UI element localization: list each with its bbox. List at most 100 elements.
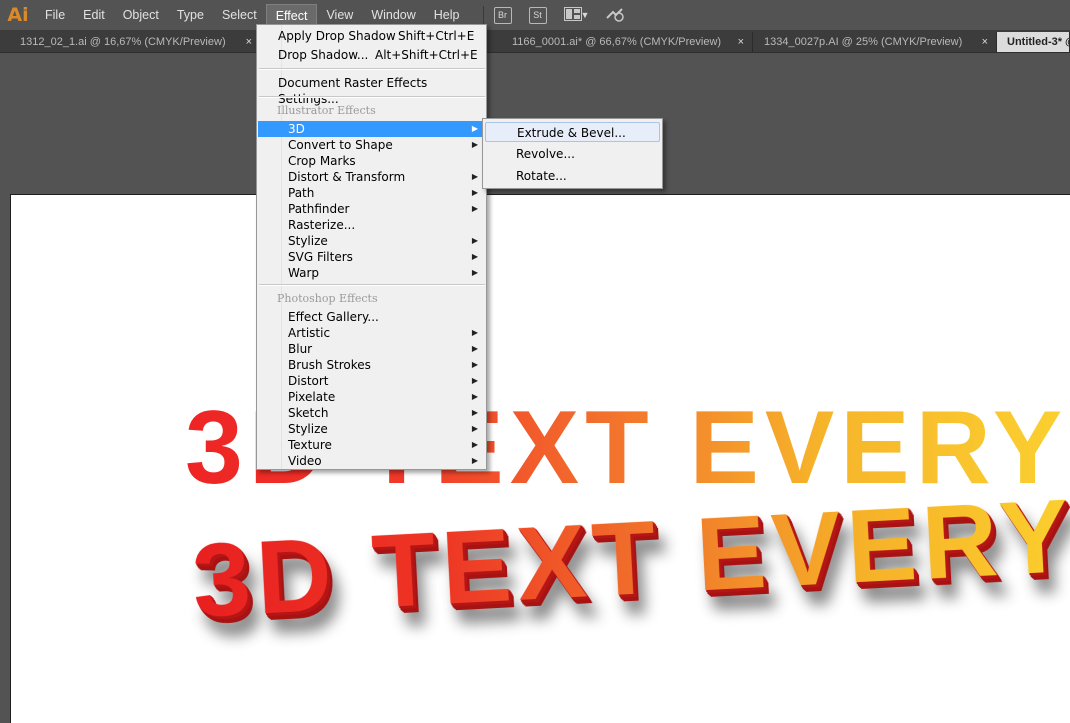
document-tab[interactable]: 1334_0027p.AI @ 25% (CMYK/Preview) × (754, 32, 997, 52)
menu-item-pathfinder[interactable]: Pathfinder ▶ (258, 201, 486, 217)
stock-button[interactable]: St (528, 6, 547, 24)
menu-item-label: Convert to Shape (288, 138, 393, 152)
document-tab[interactable]: 1166_0001.ai* @ 66,67% (CMYK/Preview) × (502, 32, 753, 52)
tab-label: 1166_0001.ai* @ 66,67% (CMYK/Preview) (512, 36, 722, 48)
menu-item-video[interactable]: Video ▶ (258, 453, 486, 469)
menu-item-rasterize[interactable]: Rasterize... (258, 217, 486, 233)
menu-item-label: Effect Gallery... (288, 310, 379, 324)
menu-bar: Ai File Edit Object Type Select Effect V… (0, 0, 1070, 30)
menu-separator (259, 96, 485, 98)
submenu-arrow-icon: ▶ (471, 252, 478, 261)
menu-file[interactable]: File (36, 4, 74, 26)
menu-view[interactable]: View (317, 4, 362, 26)
submenu-arrow-icon: ▶ (471, 344, 478, 353)
submenu-arrow-icon: ▶ (471, 124, 478, 133)
3d-submenu: Extrude & Bevel... Revolve... Rotate... (482, 118, 663, 189)
sync-settings-icon[interactable] (605, 6, 625, 25)
menu-item-distort-transform[interactable]: Distort & Transform ▶ (258, 169, 486, 185)
submenu-arrow-icon: ▶ (471, 392, 478, 401)
menu-item-label: Sketch (288, 406, 329, 420)
illustrator-logo-icon[interactable]: Ai (0, 0, 36, 30)
submenu-arrow-icon: ▶ (471, 408, 478, 417)
bridge-button[interactable]: Br (493, 6, 512, 24)
close-icon[interactable]: × (982, 32, 988, 52)
menu-item-label: Apply Drop Shadow (278, 29, 396, 43)
illustrator-effects-header: Illustrator Effects (277, 104, 376, 117)
menu-item-label: Pathfinder (288, 202, 350, 216)
menu-item-rotate[interactable]: Rotate... (485, 166, 660, 186)
menu-item-label: Crop Marks (288, 154, 356, 168)
menu-item-label: Rotate... (516, 169, 567, 183)
menu-item-label: SVG Filters (288, 250, 353, 264)
menu-item-texture[interactable]: Texture ▶ (258, 437, 486, 453)
arrange-dropdown-icon[interactable]: ▼ (581, 10, 590, 20)
submenu-arrow-icon: ▶ (471, 204, 478, 213)
document-tab[interactable]: 1312_02_1.ai @ 16,67% (CMYK/Preview) × (10, 32, 261, 52)
document-tab-bar: 1312_02_1.ai @ 16,67% (CMYK/Preview) × 1… (0, 30, 1070, 52)
menu-item-stylize[interactable]: Stylize ▶ (258, 233, 486, 249)
tab-label: 1334_0027p.AI @ 25% (CMYK/Preview) (764, 36, 963, 48)
submenu-arrow-icon: ▶ (471, 236, 478, 245)
close-icon[interactable]: × (246, 32, 252, 52)
menu-item-svg-filters[interactable]: SVG Filters ▶ (258, 249, 486, 265)
menu-item-label: Artistic (288, 326, 331, 340)
submenu-arrow-icon: ▶ (471, 376, 478, 385)
menu-item-label: Brush Strokes (288, 358, 371, 372)
menu-item-document-raster-effects-settings[interactable]: Document Raster Effects Settings... (258, 75, 486, 106)
menu-item-pixelate[interactable]: Pixelate ▶ (258, 389, 486, 405)
menu-item-label: Pixelate (288, 390, 336, 404)
menu-separator (259, 68, 485, 70)
menu-item-label: Revolve... (516, 147, 575, 161)
menu-item-brush-strokes[interactable]: Brush Strokes ▶ (258, 357, 486, 373)
menu-item-apply-drop-shadow[interactable]: Apply Drop Shadow Shift+Ctrl+E (258, 28, 486, 44)
menu-item-artistic[interactable]: Artistic ▶ (258, 325, 486, 341)
tab-label: 1312_02_1.ai @ 16,67% (CMYK/Preview) (20, 36, 226, 48)
menu-item-path[interactable]: Path ▶ (258, 185, 486, 201)
menu-item-shortcut: Shift+Ctrl+E (398, 29, 475, 43)
toolbar-separator (482, 6, 484, 24)
menu-item-extrude-bevel[interactable]: Extrude & Bevel... (485, 122, 660, 142)
arrange-documents-icon[interactable] (563, 6, 582, 24)
submenu-arrow-icon: ▶ (471, 140, 478, 149)
menu-item-3d[interactable]: 3D ▶ (258, 121, 486, 137)
document-tab-current[interactable]: Untitled-3* @ (997, 32, 1070, 52)
menu-window[interactable]: Window (362, 4, 424, 26)
menu-select[interactable]: Select (213, 4, 266, 26)
menu-item-shortcut: Alt+Shift+Ctrl+E (375, 48, 478, 62)
submenu-arrow-icon: ▶ (471, 360, 478, 369)
menu-type[interactable]: Type (168, 4, 213, 26)
tab-label: Untitled-3* @ (1007, 36, 1070, 48)
pasteboard-left[interactable] (0, 194, 10, 723)
menu-item-label: Distort (288, 374, 329, 388)
menu-item-label: Drop Shadow... (278, 48, 369, 62)
menu-effect[interactable]: Effect (265, 4, 318, 26)
menu-item-effect-gallery[interactable]: Effect Gallery... (258, 309, 486, 325)
menu-item-blur[interactable]: Blur ▶ (258, 341, 486, 357)
submenu-arrow-icon: ▶ (471, 424, 478, 433)
menu-item-label: Texture (288, 438, 332, 452)
close-icon[interactable]: × (738, 32, 744, 52)
menu-item-label: Rasterize... (288, 218, 356, 232)
menu-item-warp[interactable]: Warp ▶ (258, 265, 486, 281)
menu-item-crop-marks[interactable]: Crop Marks (258, 153, 486, 169)
menu-item-label: Warp (288, 266, 320, 280)
menu-item-drop-shadow[interactable]: Drop Shadow... Alt+Shift+Ctrl+E (258, 47, 486, 63)
menu-item-label: Path (288, 186, 315, 200)
menu-object[interactable]: Object (114, 4, 168, 26)
menu-item-revolve[interactable]: Revolve... (485, 144, 660, 164)
menu-item-convert-to-shape[interactable]: Convert to Shape ▶ (258, 137, 486, 153)
menu-item-label: 3D (288, 122, 305, 136)
submenu-arrow-icon: ▶ (471, 328, 478, 337)
photoshop-effects-header: Photoshop Effects (277, 292, 378, 305)
menu-item-sketch[interactable]: Sketch ▶ (258, 405, 486, 421)
menu-item-distort[interactable]: Distort ▶ (258, 373, 486, 389)
menu-help[interactable]: Help (425, 4, 469, 26)
menu-edit[interactable]: Edit (74, 4, 114, 26)
menu-item-stylize-photoshop[interactable]: Stylize ▶ (258, 421, 486, 437)
submenu-arrow-icon: ▶ (471, 456, 478, 465)
menu-item-label: Blur (288, 342, 313, 356)
submenu-arrow-icon: ▶ (471, 440, 478, 449)
submenu-arrow-icon: ▶ (471, 268, 478, 277)
submenu-arrow-icon: ▶ (471, 188, 478, 197)
menu-item-label: Extrude & Bevel... (517, 126, 626, 140)
